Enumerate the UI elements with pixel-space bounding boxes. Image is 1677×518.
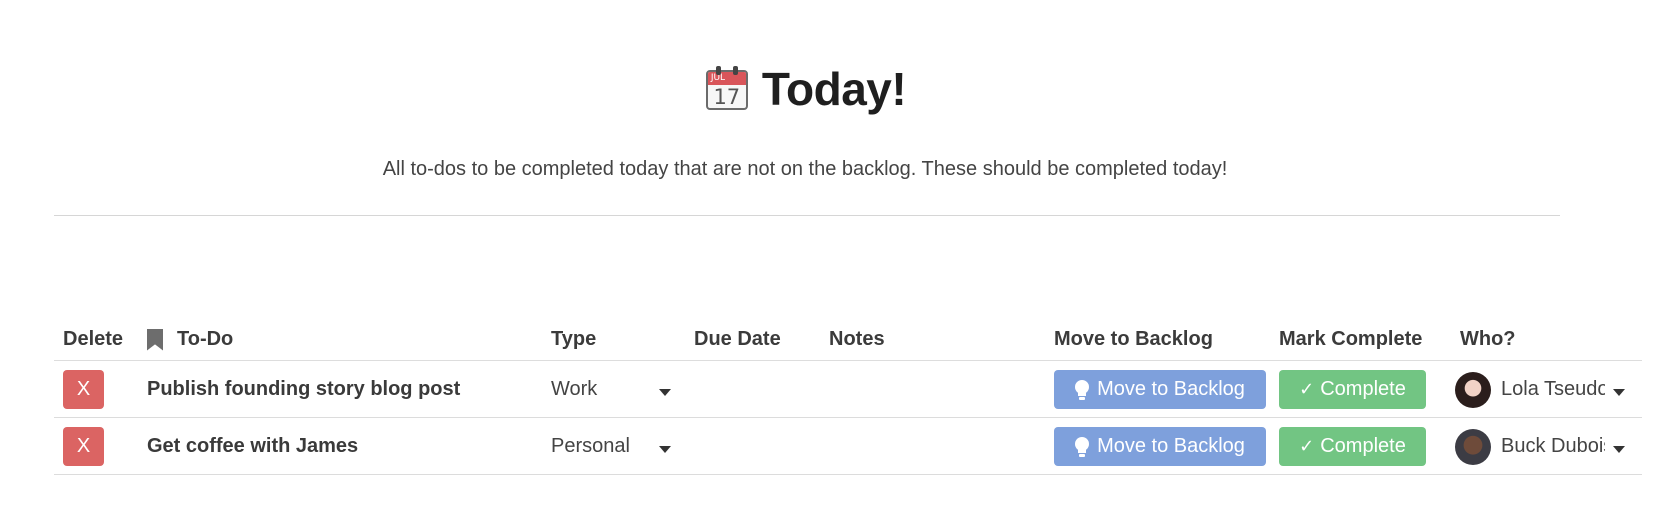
table-row: X Get coffee with James Personal Move to… [54, 418, 1642, 475]
type-select[interactable]: Personal [551, 435, 671, 458]
move-to-backlog-button[interactable]: Move to Backlog [1054, 370, 1266, 409]
type-value: Work [551, 378, 598, 400]
assignee-name: Lola Tseudonym [1501, 378, 1605, 400]
type-select[interactable]: Work [551, 378, 671, 401]
page-header: JUL 17 Today! [0, 62, 1610, 116]
move-to-backlog-label: Move to Backlog [1097, 378, 1245, 400]
page-subtitle: All to-dos to be completed today that ar… [382, 158, 1228, 180]
table-header: Delete To-Do Type Due Date Notes Move to… [54, 320, 1642, 361]
complete-button[interactable]: ✓ Complete [1279, 370, 1426, 409]
page: JUL 17 Today! All to-dos to be completed… [0, 0, 1677, 518]
type-value: Personal [551, 435, 630, 457]
check-icon: ✓ [1299, 436, 1315, 457]
complete-button[interactable]: ✓ Complete [1279, 427, 1426, 466]
delete-button[interactable]: X [63, 370, 104, 409]
column-header-who[interactable]: Who? [1460, 328, 1516, 351]
todo-title[interactable]: Get coffee with James [147, 435, 358, 458]
avatar [1455, 371, 1491, 408]
page-title: Today! [761, 63, 907, 115]
column-header-due-date[interactable]: Due Date [694, 328, 781, 351]
move-to-backlog-button[interactable]: Move to Backlog [1054, 427, 1266, 466]
complete-label: Complete [1320, 435, 1406, 457]
chevron-down-icon [659, 446, 671, 453]
avatar [1455, 428, 1491, 465]
column-header-move-to-backlog[interactable]: Move to Backlog [1054, 328, 1213, 351]
todo-title[interactable]: Publish founding story blog post [147, 378, 460, 401]
calendar-month: JUL [707, 72, 746, 85]
complete-label: Complete [1320, 378, 1406, 400]
chevron-down-icon [1613, 446, 1625, 453]
divider [54, 215, 1560, 216]
assignee-name: Buck Duboise [1501, 435, 1605, 457]
check-icon: ✓ [1299, 379, 1315, 400]
calendar-icon: JUL 17 [704, 66, 750, 112]
column-header-todo-label: To-Do [177, 328, 234, 350]
delete-button[interactable]: X [63, 427, 104, 466]
calendar-day: 17 [713, 85, 741, 109]
column-header-delete[interactable]: Delete [63, 328, 123, 351]
column-header-todo[interactable]: To-Do [147, 328, 233, 351]
chevron-down-icon [659, 389, 671, 396]
lightbulb-icon [1075, 379, 1090, 400]
bookmark-icon [147, 328, 163, 351]
assignee-select[interactable]: Lola Tseudonym [1455, 371, 1629, 408]
move-to-backlog-label: Move to Backlog [1097, 435, 1245, 457]
todo-table: Delete To-Do Type Due Date Notes Move to… [54, 320, 1642, 475]
column-header-mark-complete[interactable]: Mark Complete [1279, 328, 1422, 351]
lightbulb-icon [1075, 436, 1090, 457]
assignee-select[interactable]: Buck Duboise [1455, 428, 1629, 465]
table-row: X Publish founding story blog post Work [54, 361, 1642, 418]
chevron-down-icon [1613, 389, 1625, 396]
column-header-notes[interactable]: Notes [829, 328, 885, 351]
column-header-type[interactable]: Type [551, 328, 596, 351]
